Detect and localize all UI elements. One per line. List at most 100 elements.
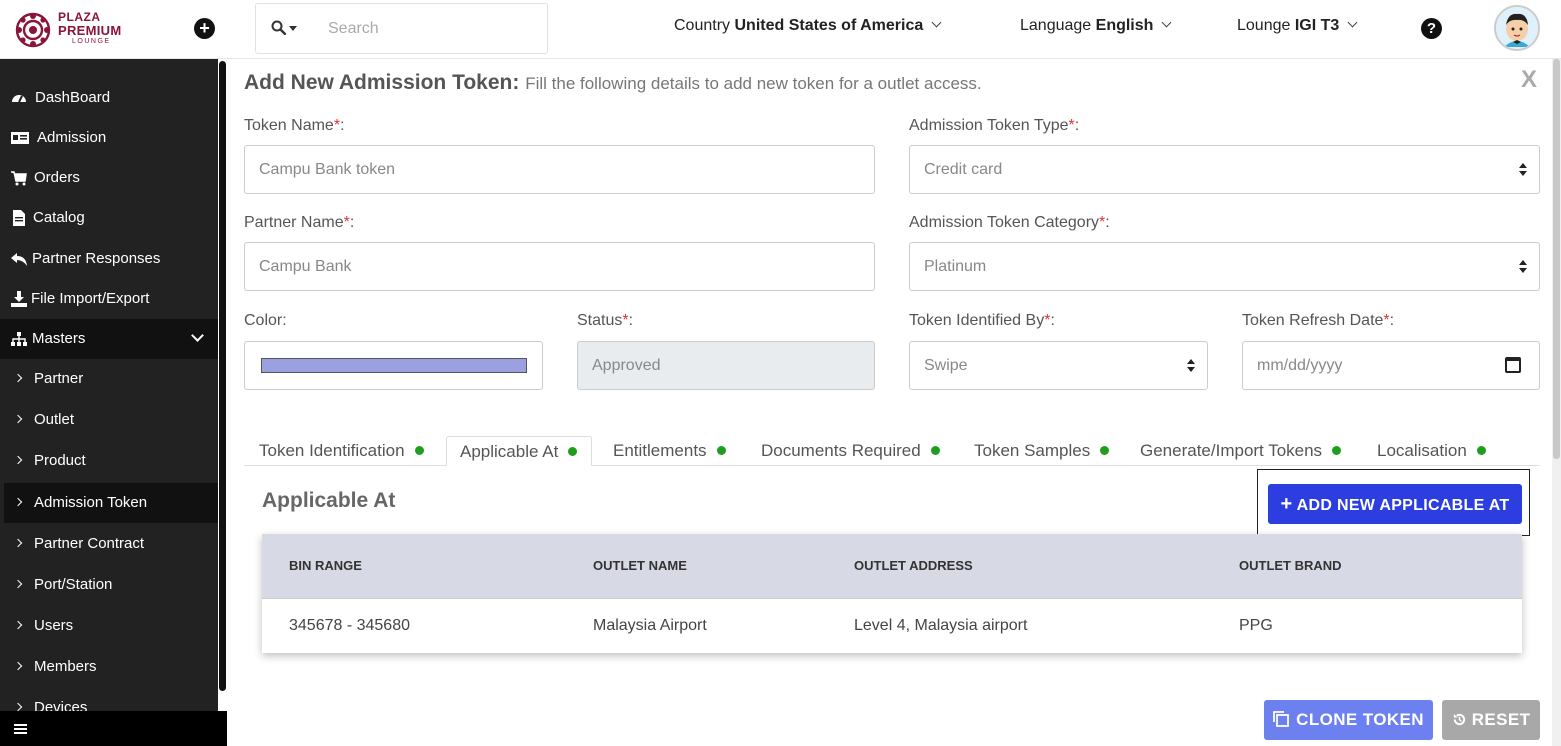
clone-icon [1273,711,1289,727]
sidebar-item-orders[interactable]: Orders [0,158,218,198]
label-text: Token Name [244,117,334,134]
search-icon[interactable] [271,20,286,35]
token-type-value: Credit card [924,161,1003,178]
lounge-label: Lounge [1237,17,1291,34]
sidebar-subitem-product[interactable]: Product [0,441,218,481]
status-dot [1476,446,1486,455]
lounge-value: IGI T3 [1294,17,1340,34]
hamburger-menu-icon[interactable] [14,724,27,734]
color-swatch [261,358,527,373]
tab-applicable-at[interactable]: Applicable At [446,436,593,466]
tab-label: Generate/Import Tokens [1140,441,1323,460]
column-header: BIN RANGE [289,558,362,573]
button-label: CLONE TOKEN [1296,710,1424,729]
tab-documents-required[interactable]: Documents Required [761,436,940,466]
sidebar-subitem-partner[interactable]: Partner [0,359,218,399]
close-icon[interactable]: X [1521,66,1537,94]
clone-token-button[interactable]: CLONE TOKEN [1264,700,1433,740]
tab-generate-import-tokens[interactable]: Generate/Import Tokens [1140,436,1342,466]
token-category-value: Platinum [924,258,987,275]
sidebar-scrollbar-thumb[interactable] [219,61,226,691]
cart-icon [11,171,27,186]
status-label: Status*: [577,312,634,329]
page-title: Add New Admission Token: Fill the follow… [244,71,982,95]
chevron-down-icon [1347,17,1358,28]
tab-localisation[interactable]: Localisation [1377,436,1486,466]
user-avatar-icon [1496,7,1538,49]
sidebar-item-label: Partner [34,370,84,387]
sidebar-footer [0,711,227,746]
sidebar-subitem-port-station[interactable]: Port/Station [0,565,218,605]
plaza-premium-logo[interactable]: PLAZA PREMIUM LOUNGE [14,9,144,49]
sidebar-item-partner-responses[interactable]: Partner Responses [0,239,218,279]
main-content: Add New Admission Token: Fill the follow… [227,59,1561,746]
country-value: United States of America [734,17,924,34]
plus-icon: + [1280,493,1293,515]
refresh-date-input[interactable]: mm/dd/yyyy [1242,341,1540,390]
identified-by-select[interactable]: Swipe [909,341,1208,390]
token-name-input[interactable]: Campu Bank token [244,145,875,194]
question-circle-icon[interactable]: ? [1421,18,1442,39]
sidebar-item-catalog[interactable]: Catalog [0,198,218,238]
token-name-value: Campu Bank token [259,161,396,178]
calendar-icon[interactable] [1505,357,1521,373]
logo-text-line3: LOUNGE [72,38,111,45]
table-cell: PPG [1239,617,1273,634]
required-mark: * [333,117,341,134]
table-row[interactable]: 345678 - 345680 Malaysia Airport Level 4… [262,598,1522,653]
sidebar-subitem-partner-contract[interactable]: Partner Contract [0,524,218,564]
required-mark: * [1044,312,1051,329]
token-category-label: Admission Token Category*: [909,214,1110,231]
sidebar-item-file-import-export[interactable]: File Import/Export [0,279,218,319]
token-category-select[interactable]: Platinum [909,242,1540,291]
search-filter-caret-icon[interactable] [289,26,297,31]
search-input[interactable] [328,18,528,40]
partner-name-input[interactable]: Campu Bank [244,242,875,291]
token-type-label: Admission Token Type*: [909,117,1080,134]
sidebar-item-label: Masters [32,330,86,347]
sidebar-subitem-members[interactable]: Members [0,647,218,687]
plus-circle-icon[interactable]: + [194,18,215,39]
tab-token-identification[interactable]: Token Identification [259,436,424,466]
required-mark: * [1068,117,1075,134]
logo-text-line2: PREMIUM [58,23,122,38]
logo-emblem-icon [15,12,51,48]
sidebar-subitem-admission-token[interactable]: Admission Token [4,483,218,523]
country-selector[interactable]: Country United States of America [674,17,942,35]
language-selector[interactable]: Language English [1020,17,1172,35]
label-text: Partner Name [244,214,344,231]
sidebar-subitem-outlet[interactable]: Outlet [0,400,218,440]
avatar[interactable] [1494,5,1540,51]
refresh-date-label: Token Refresh Date*: [1242,312,1395,329]
chevron-down-icon [1161,17,1172,28]
sidebar-item-label: File Import/Export [31,290,150,307]
tab-label: Documents Required [761,441,921,460]
tab-token-samples[interactable]: Token Samples [974,436,1110,466]
sidebar-item-label: Orders [34,169,80,186]
status-dot [1100,446,1110,455]
tab-bar: Token Identification Applicable At Entit… [244,436,1539,466]
token-type-select[interactable]: Credit card [909,145,1540,194]
sidebar-item-masters[interactable]: Masters [0,319,218,359]
chevron-right-icon [13,373,23,383]
sidebar-item-label: Members [34,658,97,675]
add-new-applicable-at-button[interactable]: + ADD NEW APPLICABLE AT [1268,484,1522,524]
tab-entitlements[interactable]: Entitlements [613,436,726,466]
color-picker[interactable] [244,341,543,390]
sidebar-subitem-users[interactable]: Users [0,606,218,646]
select-arrows-icon [1519,260,1527,274]
language-label: Language [1020,17,1092,34]
partner-name-value: Campu Bank [259,258,352,275]
chevron-down-icon [191,329,204,342]
sidebar-item-dashboard[interactable]: DashBoard [0,78,218,118]
sidebar-item-admission[interactable]: Admission [0,118,218,158]
sidebar: DashBoard Admission Orders Catalog Partn… [0,59,227,746]
main-scrollbar[interactable] [1552,59,1561,746]
form-title: Add New Admission Token: [244,71,520,94]
lounge-selector[interactable]: Lounge IGI T3 [1237,17,1358,35]
column-header: OUTLET BRAND [1239,558,1342,573]
reset-button[interactable]: RESET [1442,700,1540,740]
required-mark: * [622,312,629,329]
partner-name-label: Partner Name*: [244,214,355,231]
main-scrollbar-thumb[interactable] [1553,59,1560,459]
